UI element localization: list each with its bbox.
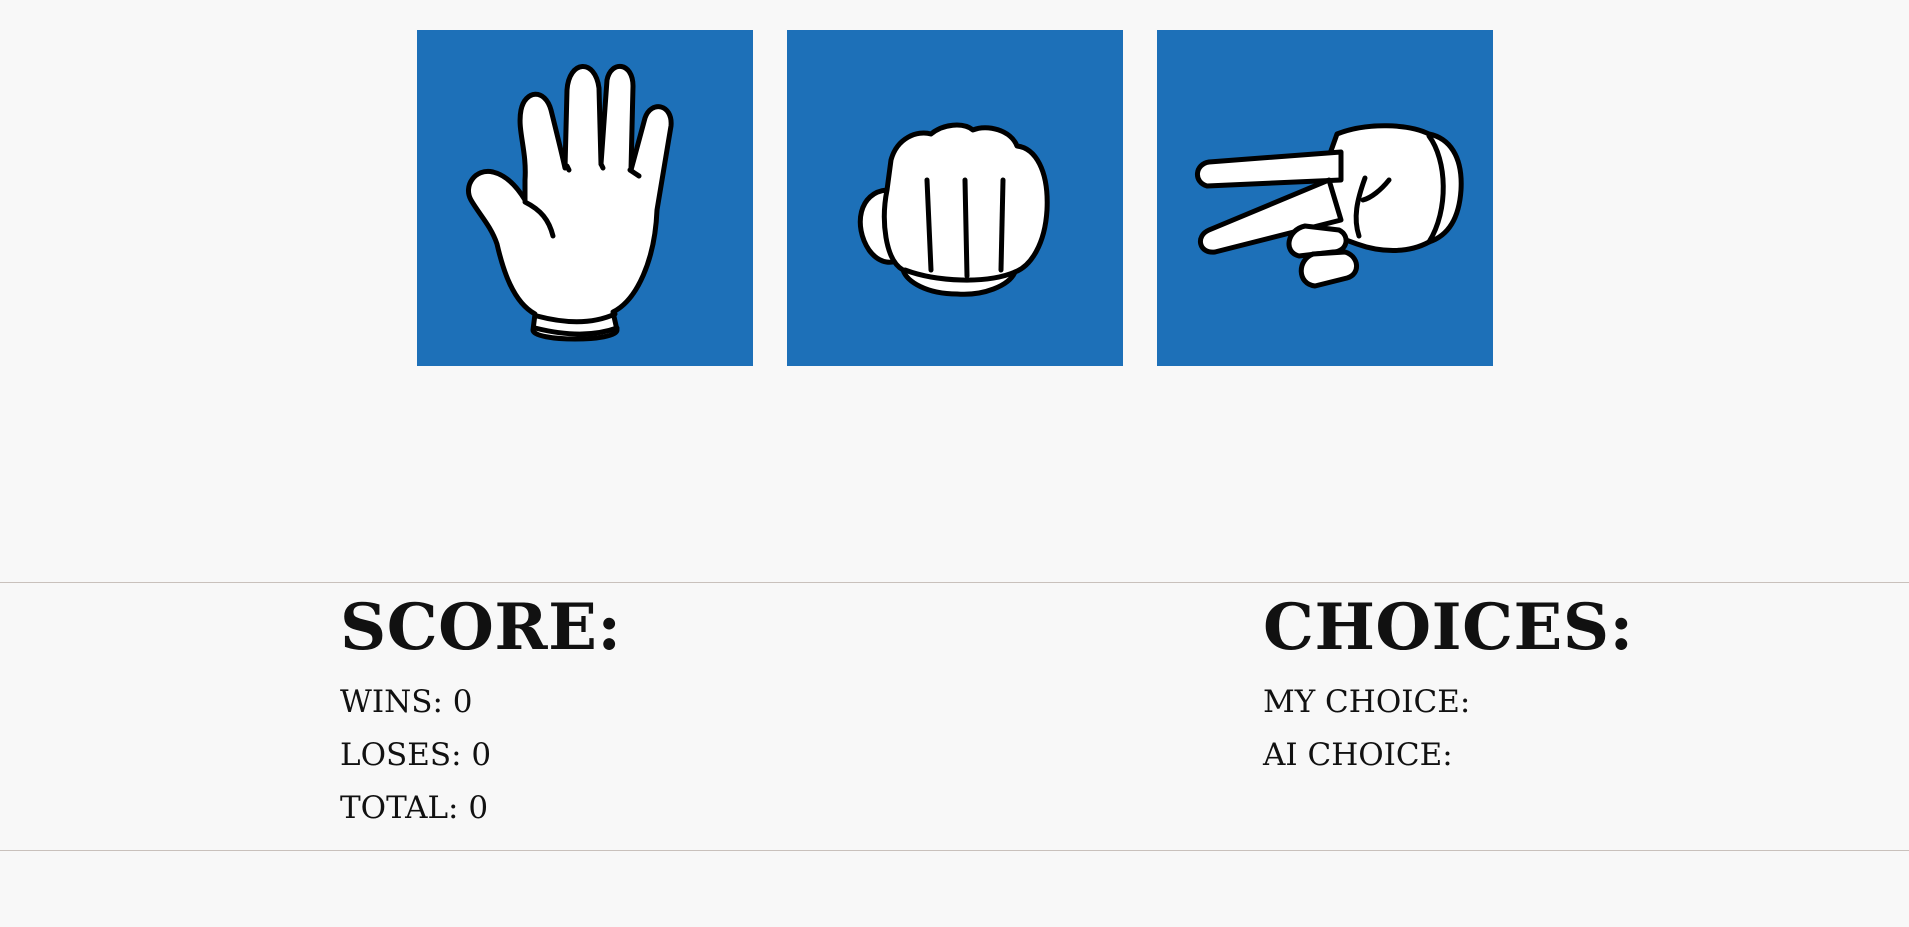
my-choice-row: MY CHOICE:: [1263, 676, 1634, 729]
ai-choice-row: AI CHOICE:: [1263, 729, 1634, 782]
scissors-hand-icon: [1195, 123, 1464, 289]
bottom-divider: [0, 850, 1909, 851]
top-divider: [0, 582, 1909, 583]
wins-label: WINS:: [340, 684, 443, 720]
paper-choice-button[interactable]: [417, 30, 753, 366]
total-label: TOTAL:: [340, 790, 459, 826]
loses-label: LOSES:: [340, 737, 462, 773]
total-row: TOTAL: 0: [340, 782, 622, 835]
score-heading: SCORE:: [340, 590, 622, 665]
ai-choice-label: AI CHOICE:: [1263, 737, 1453, 773]
wins-value: 0: [452, 684, 473, 720]
loses-value: 0: [471, 737, 492, 773]
score-panel: SCORE: WINS: 0 LOSES: 0 TOTAL: 0: [340, 588, 622, 835]
choices-heading: CHOICES:: [1263, 590, 1634, 665]
wins-row: WINS: 0: [340, 676, 622, 729]
my-choice-label: MY CHOICE:: [1263, 684, 1471, 720]
total-value: 0: [468, 790, 489, 826]
loses-row: LOSES: 0: [340, 729, 622, 782]
fist-rock-icon: [857, 122, 1050, 297]
rock-choice-button[interactable]: [787, 30, 1123, 366]
choice-buttons-row: [0, 30, 1909, 366]
choices-panel: CHOICES: MY CHOICE: AI CHOICE:: [1263, 588, 1634, 782]
open-hand-paper-icon: [466, 63, 674, 342]
scissors-choice-button[interactable]: [1157, 30, 1493, 366]
